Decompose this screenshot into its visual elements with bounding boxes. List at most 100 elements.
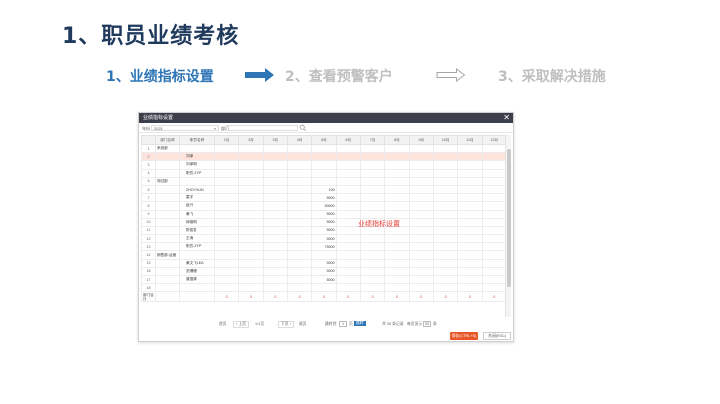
cell-target[interactable] <box>408 266 434 277</box>
cell-target[interactable] <box>432 184 459 195</box>
cell-target[interactable] <box>213 143 240 154</box>
cell-target[interactable] <box>457 266 483 277</box>
cell-target[interactable] <box>384 201 410 211</box>
cell-target[interactable] <box>384 242 410 252</box>
cell-target[interactable] <box>213 225 240 236</box>
cell-target[interactable] <box>457 258 483 268</box>
cell-target[interactable] <box>432 234 459 244</box>
cell-target[interactable] <box>213 274 240 285</box>
cell-target[interactable] <box>238 209 264 219</box>
cell-target[interactable] <box>335 242 361 252</box>
cell-target[interactable] <box>432 266 459 277</box>
table-row[interactable]: 13 职员-ZYP 75000 <box>141 242 507 252</box>
cell-target[interactable] <box>213 283 240 293</box>
cell-target[interactable] <box>286 143 313 154</box>
cell-target[interactable] <box>408 152 434 162</box>
cell-target[interactable] <box>481 234 507 244</box>
cell-target[interactable] <box>457 152 483 162</box>
cell-target[interactable] <box>238 160 264 170</box>
cell-target[interactable] <box>335 201 361 211</box>
cell-target[interactable] <box>481 168 507 178</box>
cell-target[interactable] <box>457 217 483 227</box>
cell-target[interactable] <box>262 274 288 285</box>
cell-target[interactable] <box>213 160 240 170</box>
cell-target[interactable] <box>481 242 507 252</box>
cell-target[interactable] <box>238 250 264 260</box>
cell-target[interactable] <box>286 274 313 285</box>
cell-target[interactable] <box>213 217 240 227</box>
cell-target[interactable] <box>408 274 434 285</box>
cell-target[interactable] <box>262 283 288 293</box>
cell-target[interactable] <box>481 225 507 236</box>
table-row[interactable]: 8 赵兴 50000 <box>141 201 507 211</box>
cell-target[interactable] <box>238 143 264 154</box>
cell-target[interactable] <box>262 242 288 252</box>
cell-target[interactable] <box>481 201 507 211</box>
cell-target[interactable] <box>481 152 507 162</box>
cell-target[interactable] <box>481 143 507 154</box>
cell-target[interactable] <box>359 152 386 162</box>
table-row[interactable]: 16 范珊珊 5000 <box>141 266 507 277</box>
cell-target[interactable] <box>384 143 410 154</box>
cell-target[interactable] <box>335 184 361 195</box>
cell-target[interactable] <box>262 143 288 154</box>
cell-target[interactable] <box>359 209 386 219</box>
cell-target[interactable] <box>213 209 240 219</box>
cell-target[interactable] <box>481 283 507 293</box>
cell-target[interactable] <box>481 209 507 219</box>
cell-target[interactable] <box>408 234 434 244</box>
cell-target[interactable] <box>481 250 507 260</box>
close-icon[interactable]: ✕ <box>503 113 510 123</box>
cell-target[interactable] <box>262 168 288 178</box>
cell-target[interactable] <box>408 258 434 268</box>
cell-target[interactable] <box>335 250 361 260</box>
cell-target[interactable] <box>359 184 386 195</box>
cell-target[interactable] <box>359 201 386 211</box>
cell-target[interactable] <box>432 193 459 203</box>
cell-target[interactable] <box>286 258 313 268</box>
cell-target[interactable] <box>335 274 361 285</box>
cell-target[interactable] <box>457 184 483 195</box>
cell-target[interactable] <box>457 274 483 285</box>
cell-target[interactable] <box>238 152 264 162</box>
cell-target[interactable] <box>238 274 264 285</box>
page-number-input[interactable]: 1 <box>339 321 347 327</box>
cell-target[interactable] <box>238 258 264 268</box>
vertical-scrollbar[interactable] <box>505 135 511 317</box>
cell-target[interactable] <box>481 184 507 195</box>
next-page-button[interactable]: 下页 › <box>278 321 294 328</box>
cell-target[interactable] <box>262 250 288 260</box>
per-page-input[interactable]: 20 <box>423 321 431 327</box>
cell-target[interactable] <box>213 168 240 178</box>
table-row[interactable]: 14 销售部-运营 <box>141 250 507 260</box>
cell-target[interactable] <box>286 201 313 211</box>
cell-target[interactable] <box>213 250 240 260</box>
cell-target[interactable] <box>408 143 434 154</box>
table-row[interactable]: 3 刘泽明 <box>141 160 507 170</box>
cell-target[interactable] <box>213 234 240 244</box>
cell-target[interactable] <box>262 209 288 219</box>
dept-input[interactable] <box>226 125 298 131</box>
cell-target[interactable] <box>359 234 386 244</box>
first-page-link[interactable]: 首页 <box>219 322 227 327</box>
cell-target[interactable] <box>335 217 361 227</box>
cell-target[interactable] <box>359 176 386 186</box>
last-page-link[interactable]: 尾页 <box>299 322 307 327</box>
cell-target[interactable] <box>262 266 288 277</box>
cell-target[interactable] <box>359 250 386 260</box>
cell-target[interactable] <box>286 160 313 170</box>
cell-target[interactable] <box>359 168 386 178</box>
cell-target[interactable] <box>238 176 264 186</box>
cell-target[interactable] <box>457 193 483 203</box>
table-row[interactable]: 9 黄飞 5000 <box>141 209 507 219</box>
cell-target[interactable] <box>335 209 361 219</box>
cell-target[interactable] <box>238 217 264 227</box>
cell-target[interactable] <box>335 266 361 277</box>
prev-page-button[interactable]: ‹ 上页 <box>233 321 249 328</box>
cell-target[interactable] <box>262 258 288 268</box>
cell-target[interactable] <box>335 168 361 178</box>
cell-target[interactable] <box>481 193 507 203</box>
cell-target[interactable] <box>384 283 410 293</box>
cell-target[interactable] <box>384 193 410 203</box>
cell-target[interactable] <box>457 250 483 260</box>
